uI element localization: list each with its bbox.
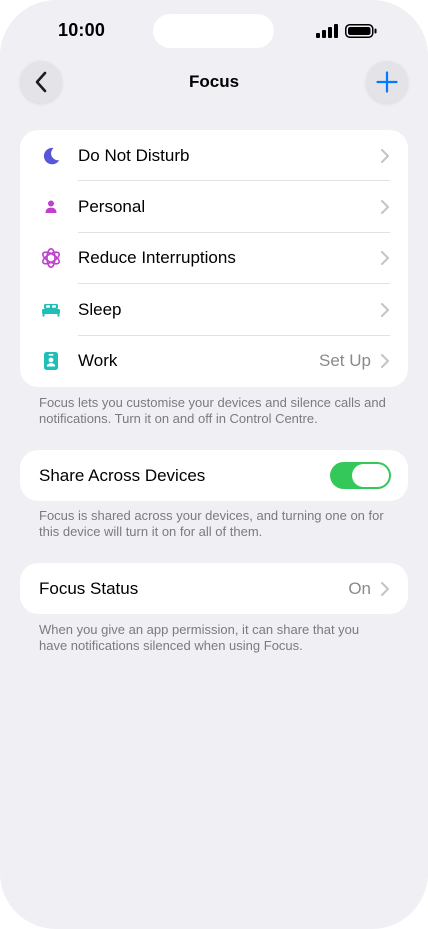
focus-row-label: Reduce Interruptions: [78, 248, 236, 268]
chevron-right-icon: [381, 200, 389, 215]
focus-row-work[interactable]: Work Set Up: [20, 336, 408, 387]
cellular-signal-icon: [316, 24, 338, 38]
person-icon: [40, 196, 62, 218]
status-time: 10:00: [58, 20, 106, 40]
focus-row-label: Do Not Disturb: [78, 145, 190, 165]
badge-icon: [40, 350, 62, 372]
plus-icon: [376, 71, 398, 93]
focus-status-row[interactable]: Focus Status On: [20, 563, 408, 614]
interruptions-icon: [40, 247, 62, 269]
moon-icon: [40, 145, 62, 167]
bed-icon: [40, 299, 62, 321]
chevron-right-icon: [381, 148, 389, 163]
focus-status-value: On: [348, 578, 371, 598]
focus-footnote: Focus lets you customise your devices an…: [39, 395, 386, 426]
chevron-right-icon: [381, 302, 389, 317]
chevron-right-icon: [381, 581, 389, 596]
work-setup-status: Set Up: [319, 351, 371, 371]
focus-row-sleep[interactable]: Sleep: [20, 284, 408, 336]
share-across-devices-toggle[interactable]: [330, 462, 391, 489]
focus-status-footnote: When you give an app permission, it can …: [39, 622, 360, 653]
focus-modes-list: Do Not Disturb Personal Reduce Interrupt…: [20, 130, 408, 387]
focus-row-label: Sleep: [78, 299, 122, 319]
focus-row-label: Personal: [78, 197, 146, 217]
focus-row-personal[interactable]: Personal: [20, 181, 408, 233]
chevron-right-icon: [381, 251, 389, 266]
focus-status-label: Focus Status: [39, 578, 139, 598]
phone-screen: 10:00 Focus Do Not Disturb Personal Redu…: [0, 0, 428, 929]
share-footnote: Focus is shared across your devices, and…: [39, 508, 384, 539]
battery-icon: [345, 24, 377, 38]
toggle-knob: [352, 464, 389, 487]
focus-row-reduce-interruptions[interactable]: Reduce Interruptions: [20, 233, 408, 285]
share-across-devices-label: Share Across Devices: [39, 465, 206, 485]
add-focus-button[interactable]: [366, 61, 408, 103]
page-title: Focus: [188, 72, 240, 91]
focus-row-do-not-disturb[interactable]: Do Not Disturb: [20, 130, 408, 182]
dynamic-island: [153, 14, 274, 48]
share-across-devices-row: Share Across Devices: [20, 450, 408, 501]
focus-row-label: Work: [78, 351, 118, 371]
chevron-right-icon: [381, 354, 389, 369]
